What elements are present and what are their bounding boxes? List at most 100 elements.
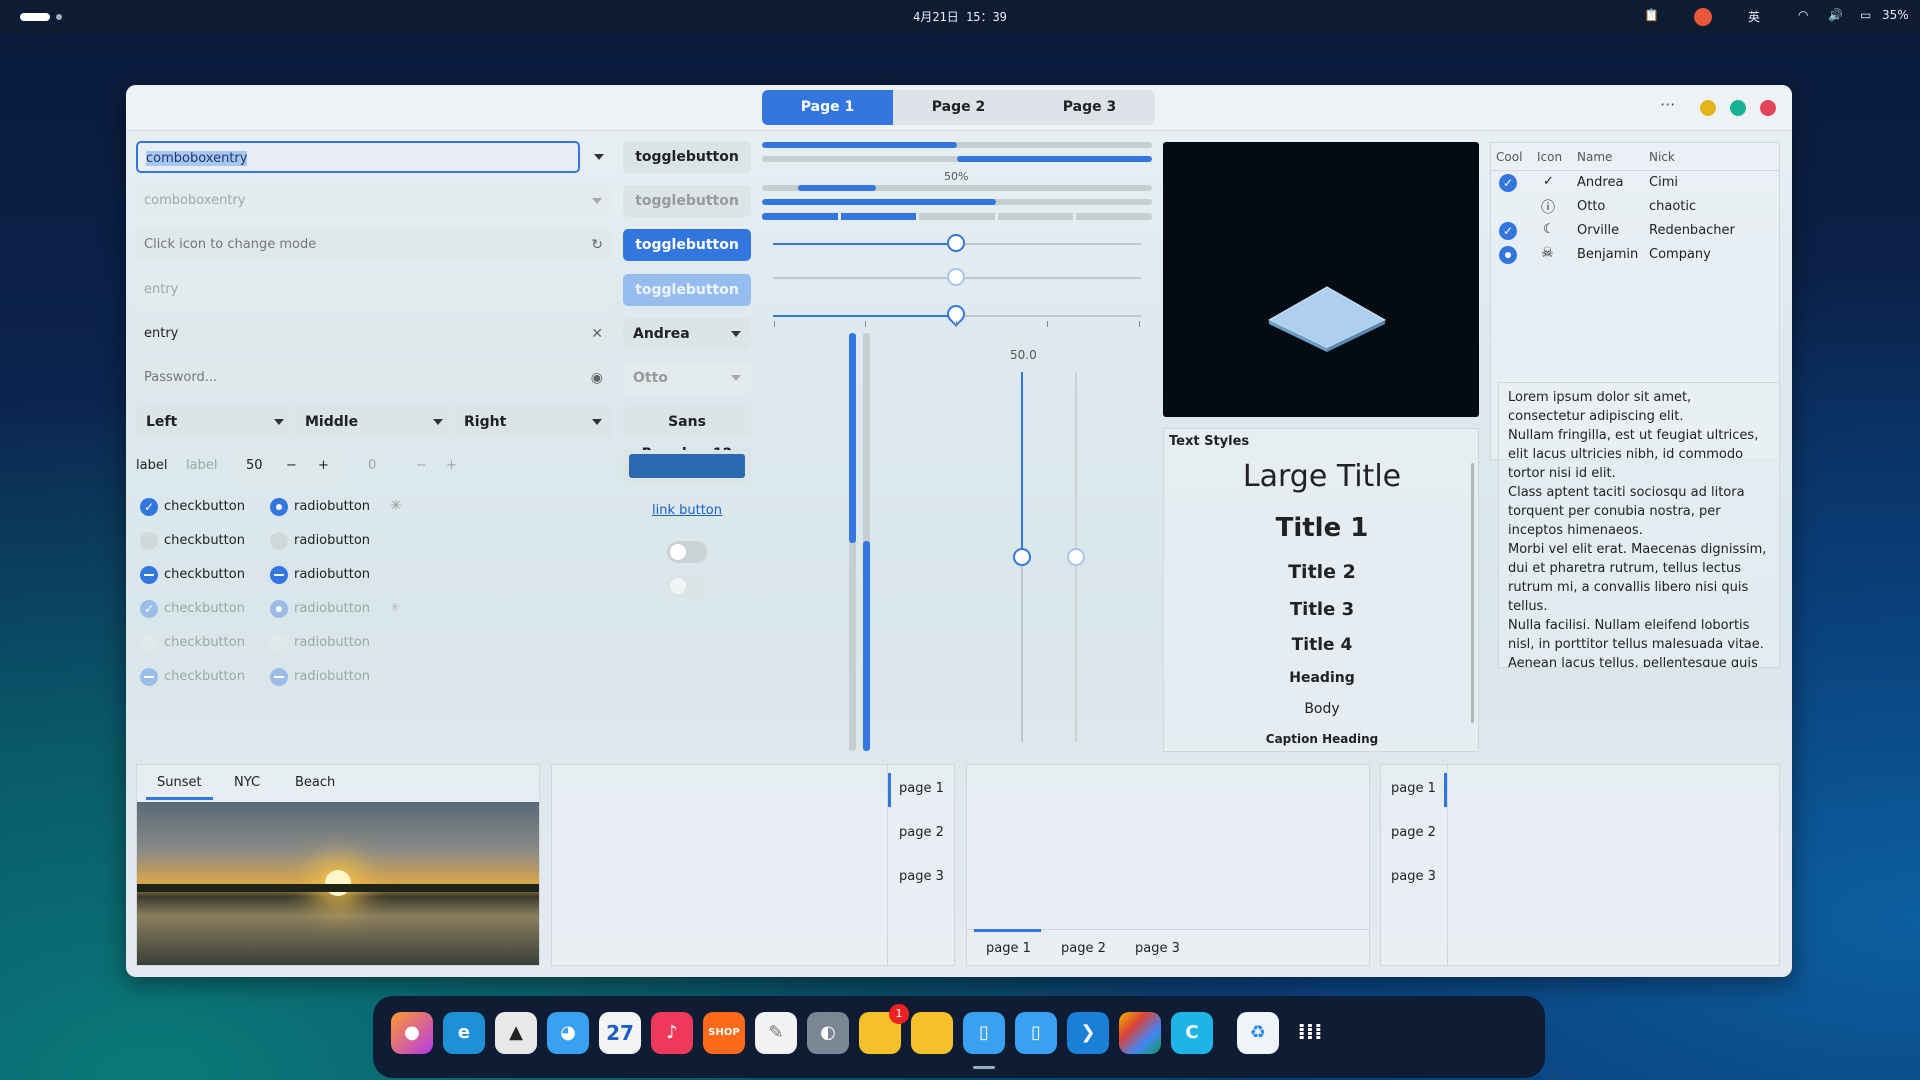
app-tray-icon[interactable] (1694, 8, 1712, 26)
label-disabled: label (186, 458, 218, 473)
checkbox-inconsistent[interactable] (140, 566, 158, 584)
minus-icon[interactable]: − (286, 450, 297, 482)
combo-otto-disabled: Otto (623, 362, 751, 394)
plus-icon[interactable]: + (318, 450, 329, 482)
tab-page-3[interactable]: page 3 (899, 869, 944, 884)
browser-icon[interactable]: C (1171, 1012, 1213, 1054)
scrollbar[interactable] (1471, 463, 1474, 723)
combo-andrea[interactable]: Andrea (623, 318, 751, 350)
calendar-icon[interactable]: 27 (599, 1012, 641, 1054)
mode-entry[interactable]: Click icon to change mode ↻ (136, 229, 612, 261)
paragraph: Nulla facilisi. Nullam eleifend lobortis… (1508, 618, 1764, 652)
battery-icon[interactable]: ▭ (1860, 8, 1871, 22)
clock[interactable]: 4月21日 15：39 (910, 8, 1010, 25)
tab-page-1[interactable]: page 1 (1391, 781, 1436, 796)
minimize-button[interactable] (1700, 100, 1716, 116)
stack-tab-page-3[interactable]: Page 3 (1024, 90, 1155, 125)
tab-page-3[interactable]: page 3 (1391, 869, 1436, 884)
inkscape-icon[interactable]: ▲ (495, 1012, 537, 1054)
wifi-icon[interactable]: ◠ (1798, 8, 1808, 22)
dropdown-middle[interactable]: Middle (295, 406, 453, 438)
maximize-button[interactable] (1730, 100, 1746, 116)
table-row[interactable]: ☠ Benjamin Company (1491, 243, 1779, 267)
volume-icon[interactable]: 🔊 (1828, 8, 1843, 22)
tab-page-1[interactable]: page 1 (899, 781, 944, 796)
shop-icon[interactable]: SHOP (703, 1012, 745, 1054)
tab-sunset[interactable]: Sunset (157, 775, 202, 790)
title-2: Title 2 (1288, 561, 1356, 583)
files-icon[interactable] (911, 1012, 953, 1054)
table-row[interactable]: ✓ ✓ Andrea Cimi (1491, 171, 1779, 195)
font-button[interactable]: Sans Regular 12 (623, 406, 751, 462)
input-method[interactable]: 英 (1748, 8, 1760, 25)
entry-field[interactable]: entry ✕ (136, 318, 612, 350)
tab-page-1[interactable]: page 1 (986, 941, 1031, 956)
app-grid-icon[interactable]: ⁞⁞⁞ (1289, 1012, 1331, 1054)
col-name[interactable]: Name (1577, 150, 1612, 164)
col-icon[interactable]: Icon (1537, 150, 1562, 164)
clipboard-icon[interactable]: 📋 (1644, 8, 1659, 22)
switch-off[interactable] (667, 541, 707, 563)
settings-toggle-icon[interactable]: ◐ (807, 1012, 849, 1054)
music-icon[interactable]: ♪ (651, 1012, 693, 1054)
togglebutton-active[interactable]: togglebutton (623, 229, 751, 261)
menu-icon[interactable]: ··· (1660, 95, 1675, 114)
checkbox-checked-disabled: ✓ (140, 600, 158, 618)
vscale-1-knob[interactable] (1013, 548, 1031, 566)
radio-unchecked[interactable] (270, 532, 288, 550)
stack-tab-page-2[interactable]: Page 2 (893, 90, 1024, 125)
notebook-left-tabs: page 1 page 2 page 3 (1380, 764, 1780, 966)
tab-nyc[interactable]: NYC (234, 775, 260, 790)
paragraph: Nullam fringilla, est ut feugiat ultrice… (1508, 428, 1759, 481)
tab-page-2[interactable]: page 2 (1061, 941, 1106, 956)
col-cool[interactable]: Cool (1496, 150, 1522, 164)
firefox-icon[interactable]: ● (391, 1012, 433, 1054)
palette-icon[interactable] (1119, 1012, 1161, 1054)
text-editor-icon[interactable]: ✎ (755, 1012, 797, 1054)
radiobutton-label: radiobutton (294, 499, 371, 514)
3d-plane-icon (1267, 286, 1387, 352)
dropdown-left[interactable]: Left (136, 406, 294, 438)
spinner-icon: ✳ (390, 498, 402, 514)
label: label (136, 458, 168, 473)
comboboxentry-focused[interactable]: comboboxentry (136, 141, 580, 173)
tab-page-2[interactable]: page 2 (899, 825, 944, 840)
checkbox-checked[interactable]: ✓ (140, 498, 158, 516)
table-row[interactable]: ⓘ Otto chaotic (1491, 195, 1779, 219)
col-nick[interactable]: Nick (1649, 150, 1675, 164)
clear-icon[interactable]: ✕ (591, 326, 603, 342)
vscode-icon[interactable]: ❯ (1067, 1012, 1109, 1054)
dropdown-right[interactable]: Right (454, 406, 612, 438)
checkbox-unchecked[interactable] (140, 532, 158, 550)
text-view[interactable]: Lorem ipsum dolor sit amet, consectetur … (1498, 382, 1780, 668)
widget-factory-2-icon[interactable]: ▯ (1015, 1012, 1057, 1054)
close-button[interactable] (1760, 100, 1776, 116)
color-button[interactable] (623, 450, 751, 482)
widget-factory-icon[interactable]: ▯ (963, 1012, 1005, 1054)
radio-checked[interactable] (270, 498, 288, 516)
stack-tab-page-1[interactable]: Page 1 (762, 90, 893, 125)
tab-beach[interactable]: Beach (295, 775, 335, 790)
workspace-indicator[interactable] (20, 13, 50, 21)
trash-icon[interactable]: ♻ (1237, 1012, 1279, 1054)
refresh-icon[interactable]: ↻ (591, 237, 603, 253)
combo-arrow-1[interactable] (582, 141, 614, 173)
table-row[interactable]: ✓ ☾ Orville Redenbacher (1491, 219, 1779, 243)
link-button[interactable]: link button (652, 503, 722, 518)
title-1: Title 1 (1275, 513, 1369, 543)
radio-inconsistent[interactable] (270, 566, 288, 584)
caption-heading: Caption Heading (1265, 732, 1379, 746)
heading: Heading (1289, 670, 1355, 686)
tab-page-2[interactable]: page 2 (1391, 825, 1436, 840)
tab-page-3[interactable]: page 3 (1135, 941, 1180, 956)
spin-button[interactable]: 50− + (238, 450, 344, 482)
notification-badge: 1 (889, 1004, 909, 1024)
workspace-dot[interactable] (56, 14, 62, 20)
eye-icon[interactable]: ◉ (591, 370, 603, 386)
github-icon[interactable]: ◕ (547, 1012, 589, 1054)
password-entry[interactable]: Password... ◉ (136, 362, 612, 394)
togglebutton[interactable]: togglebutton (623, 141, 751, 173)
notebook-images: Sunset NYC Beach (136, 764, 540, 966)
edge-icon[interactable]: e (443, 1012, 485, 1054)
scale-1-knob[interactable] (947, 234, 965, 252)
